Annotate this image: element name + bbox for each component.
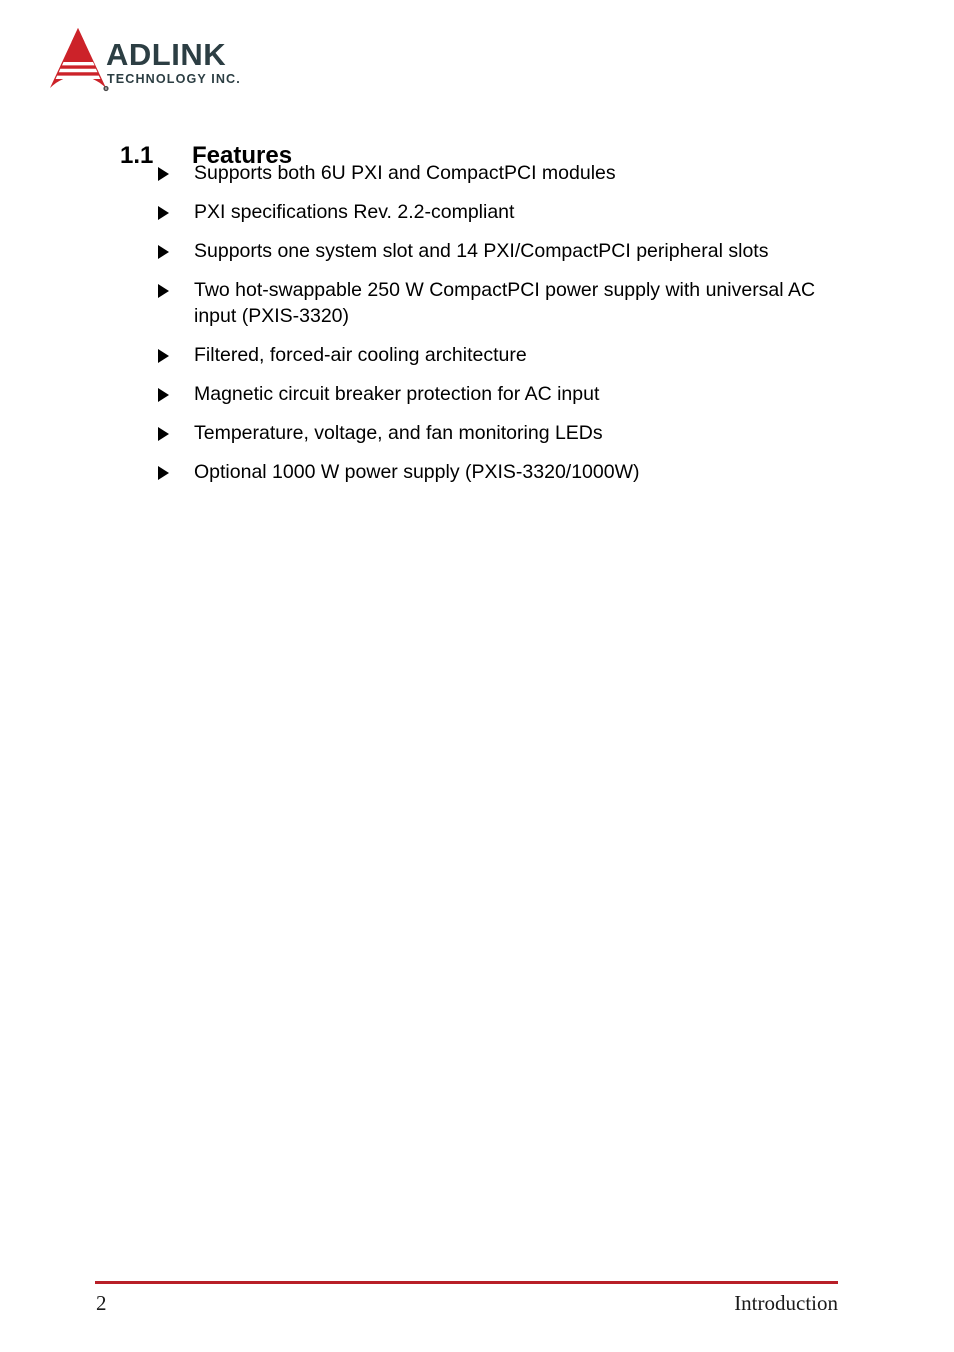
page-footer: 2 Introduction — [0, 1272, 954, 1342]
footer-divider — [95, 1281, 838, 1284]
page-number: 2 — [96, 1291, 107, 1315]
triangle-right-icon — [158, 466, 169, 480]
logo-tagline: TECHNOLOGY INC. — [107, 72, 241, 86]
list-item-label: Supports one system slot and 14 PXI/Comp… — [194, 240, 769, 262]
adlink-triangle-logo-icon: R — [50, 28, 109, 91]
triangle-right-icon — [158, 245, 169, 259]
list-item: Two hot-swappable 250 W CompactPCI power… — [158, 277, 818, 329]
list-item: Filtered, forced-air cooling architectur… — [158, 342, 818, 368]
list-item-label: Supports both 6U PXI and CompactPCI modu… — [194, 162, 616, 184]
triangle-right-icon — [158, 284, 169, 298]
logo-company-name: ADLINK — [106, 37, 227, 72]
list-item: PXI specifications Rev. 2.2-compliant — [158, 199, 818, 225]
triangle-right-icon — [158, 388, 169, 402]
list-item-label: PXI specifications Rev. 2.2-compliant — [194, 201, 515, 223]
adlink-wordmark: ADLINK TECHNOLOGY INC. — [106, 39, 306, 89]
list-item: Supports one system slot and 14 PXI/Comp… — [158, 238, 818, 264]
features-list: Supports both 6U PXI and CompactPCI modu… — [158, 160, 818, 485]
list-item-label: Temperature, voltage, and fan monitoring… — [194, 422, 603, 444]
footer-chapter-label: Introduction — [734, 1291, 838, 1315]
triangle-right-icon — [158, 167, 169, 181]
adlink-logo: R ADLINK TECHNOLOGY INC. — [46, 26, 306, 100]
list-item: Supports both 6U PXI and CompactPCI modu… — [158, 160, 818, 186]
list-item-label: Filtered, forced-air cooling architectur… — [194, 344, 527, 366]
list-item-label: Magnetic circuit breaker protection for … — [194, 383, 600, 405]
list-item-label: Optional 1000 W power supply (PXIS-3320/… — [194, 461, 640, 483]
list-item-label: Two hot-swappable 250 W CompactPCI power… — [194, 279, 816, 327]
list-item: Temperature, voltage, and fan monitoring… — [158, 420, 818, 446]
triangle-right-icon — [158, 206, 169, 220]
list-item: Magnetic circuit breaker protection for … — [158, 381, 818, 407]
triangle-right-icon — [158, 349, 169, 363]
triangle-right-icon — [158, 427, 169, 441]
document-page: R ADLINK TECHNOLOGY INC. 1.1 Features Sup… — [0, 0, 954, 1352]
list-item: Optional 1000 W power supply (PXIS-3320/… — [158, 459, 818, 485]
